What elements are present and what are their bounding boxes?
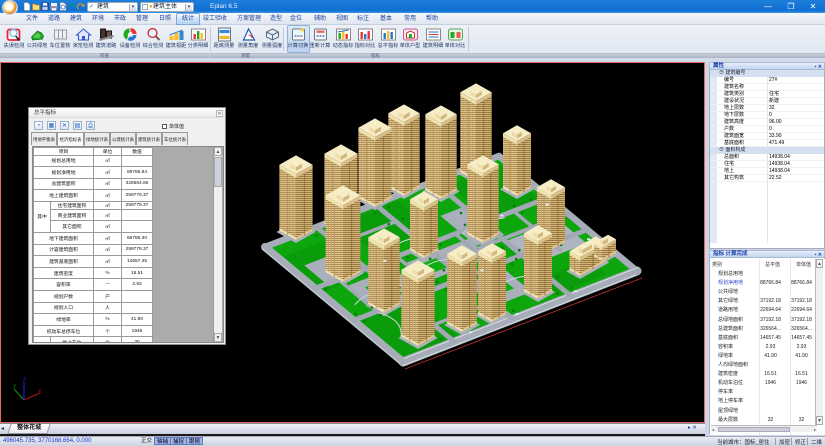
svg-text:Z: Z xyxy=(23,377,26,383)
svg-text:X: X xyxy=(38,389,42,395)
svg-text:Y: Y xyxy=(13,384,17,390)
